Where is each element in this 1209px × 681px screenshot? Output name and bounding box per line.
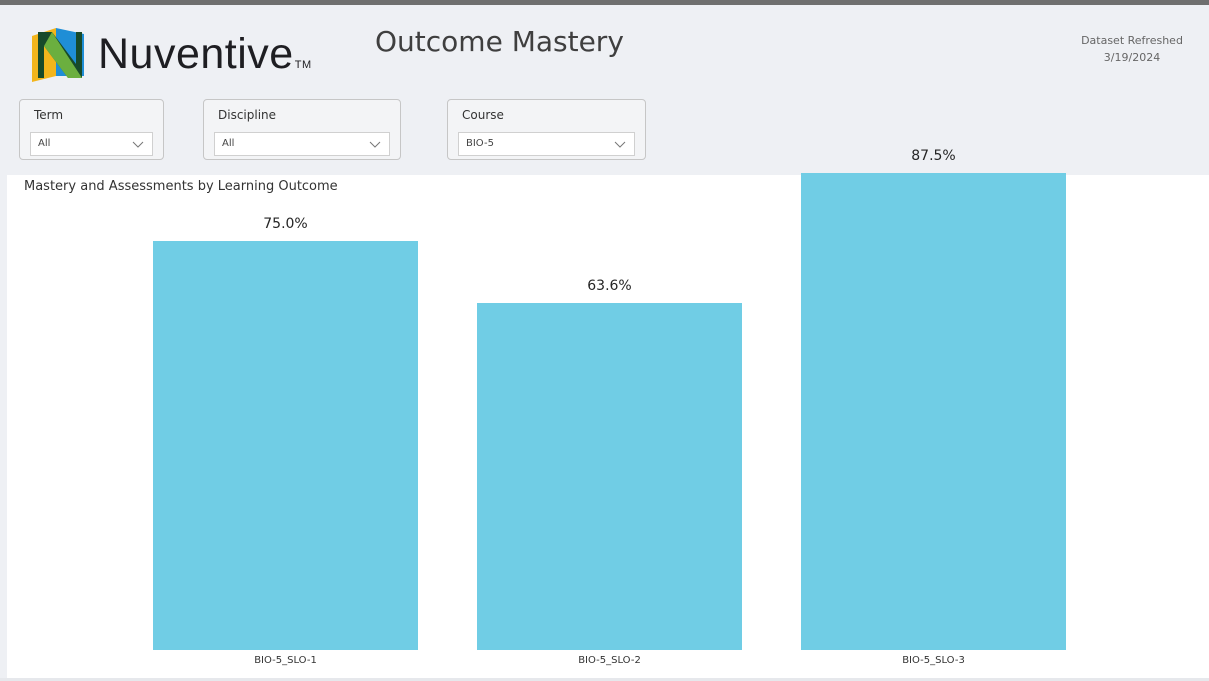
slicer-label-term: Term [34,108,64,122]
data-label-2: 63.6% [587,278,632,295]
brand-name: NuventiveTM [98,30,312,78]
discipline-value: All [222,138,235,149]
data-label-3: 87.5% [911,148,956,165]
course-slicer: Course BIO-5 [447,99,646,160]
slicer-label-course: Course [462,108,504,122]
dataset-refresh-info: Dataset Refreshed 3/19/2024 [1070,32,1194,66]
term-dropdown[interactable]: All [30,132,153,156]
chevron-down-icon [369,141,381,148]
chevron-down-icon [614,141,626,148]
bar-2[interactable] [477,303,742,650]
discipline-slicer: Discipline All [203,99,401,160]
page-title: Outcome Mastery [375,25,624,58]
category-label-1: BIO-5_SLO-1 [254,655,317,666]
trademark: TM [294,59,312,71]
refresh-date: 3/19/2024 [1103,51,1161,64]
refresh-label: Dataset Refreshed [1081,34,1183,47]
category-label-2: BIO-5_SLO-2 [578,655,641,666]
bar-1[interactable] [153,241,418,650]
slicer-label-discipline: Discipline [218,108,277,122]
course-value: BIO-5 [466,138,494,149]
chevron-down-icon [132,141,144,148]
nuventive-logo: NuventiveTM [30,24,320,84]
term-value: All [38,138,51,149]
course-dropdown[interactable]: BIO-5 [458,132,635,156]
discipline-dropdown[interactable]: All [214,132,390,156]
top-border [0,0,1209,5]
bar-3[interactable] [801,173,1066,650]
category-label-3: BIO-5_SLO-3 [902,655,965,666]
chart-title: Mastery and Assessments by Learning Outc… [24,179,338,194]
nuventive-logo-icon [32,28,84,82]
chart-panel: Mastery and Assessments by Learning Outc… [7,148,1209,678]
term-slicer: Term All [19,99,164,160]
data-label-1: 75.0% [263,216,308,233]
